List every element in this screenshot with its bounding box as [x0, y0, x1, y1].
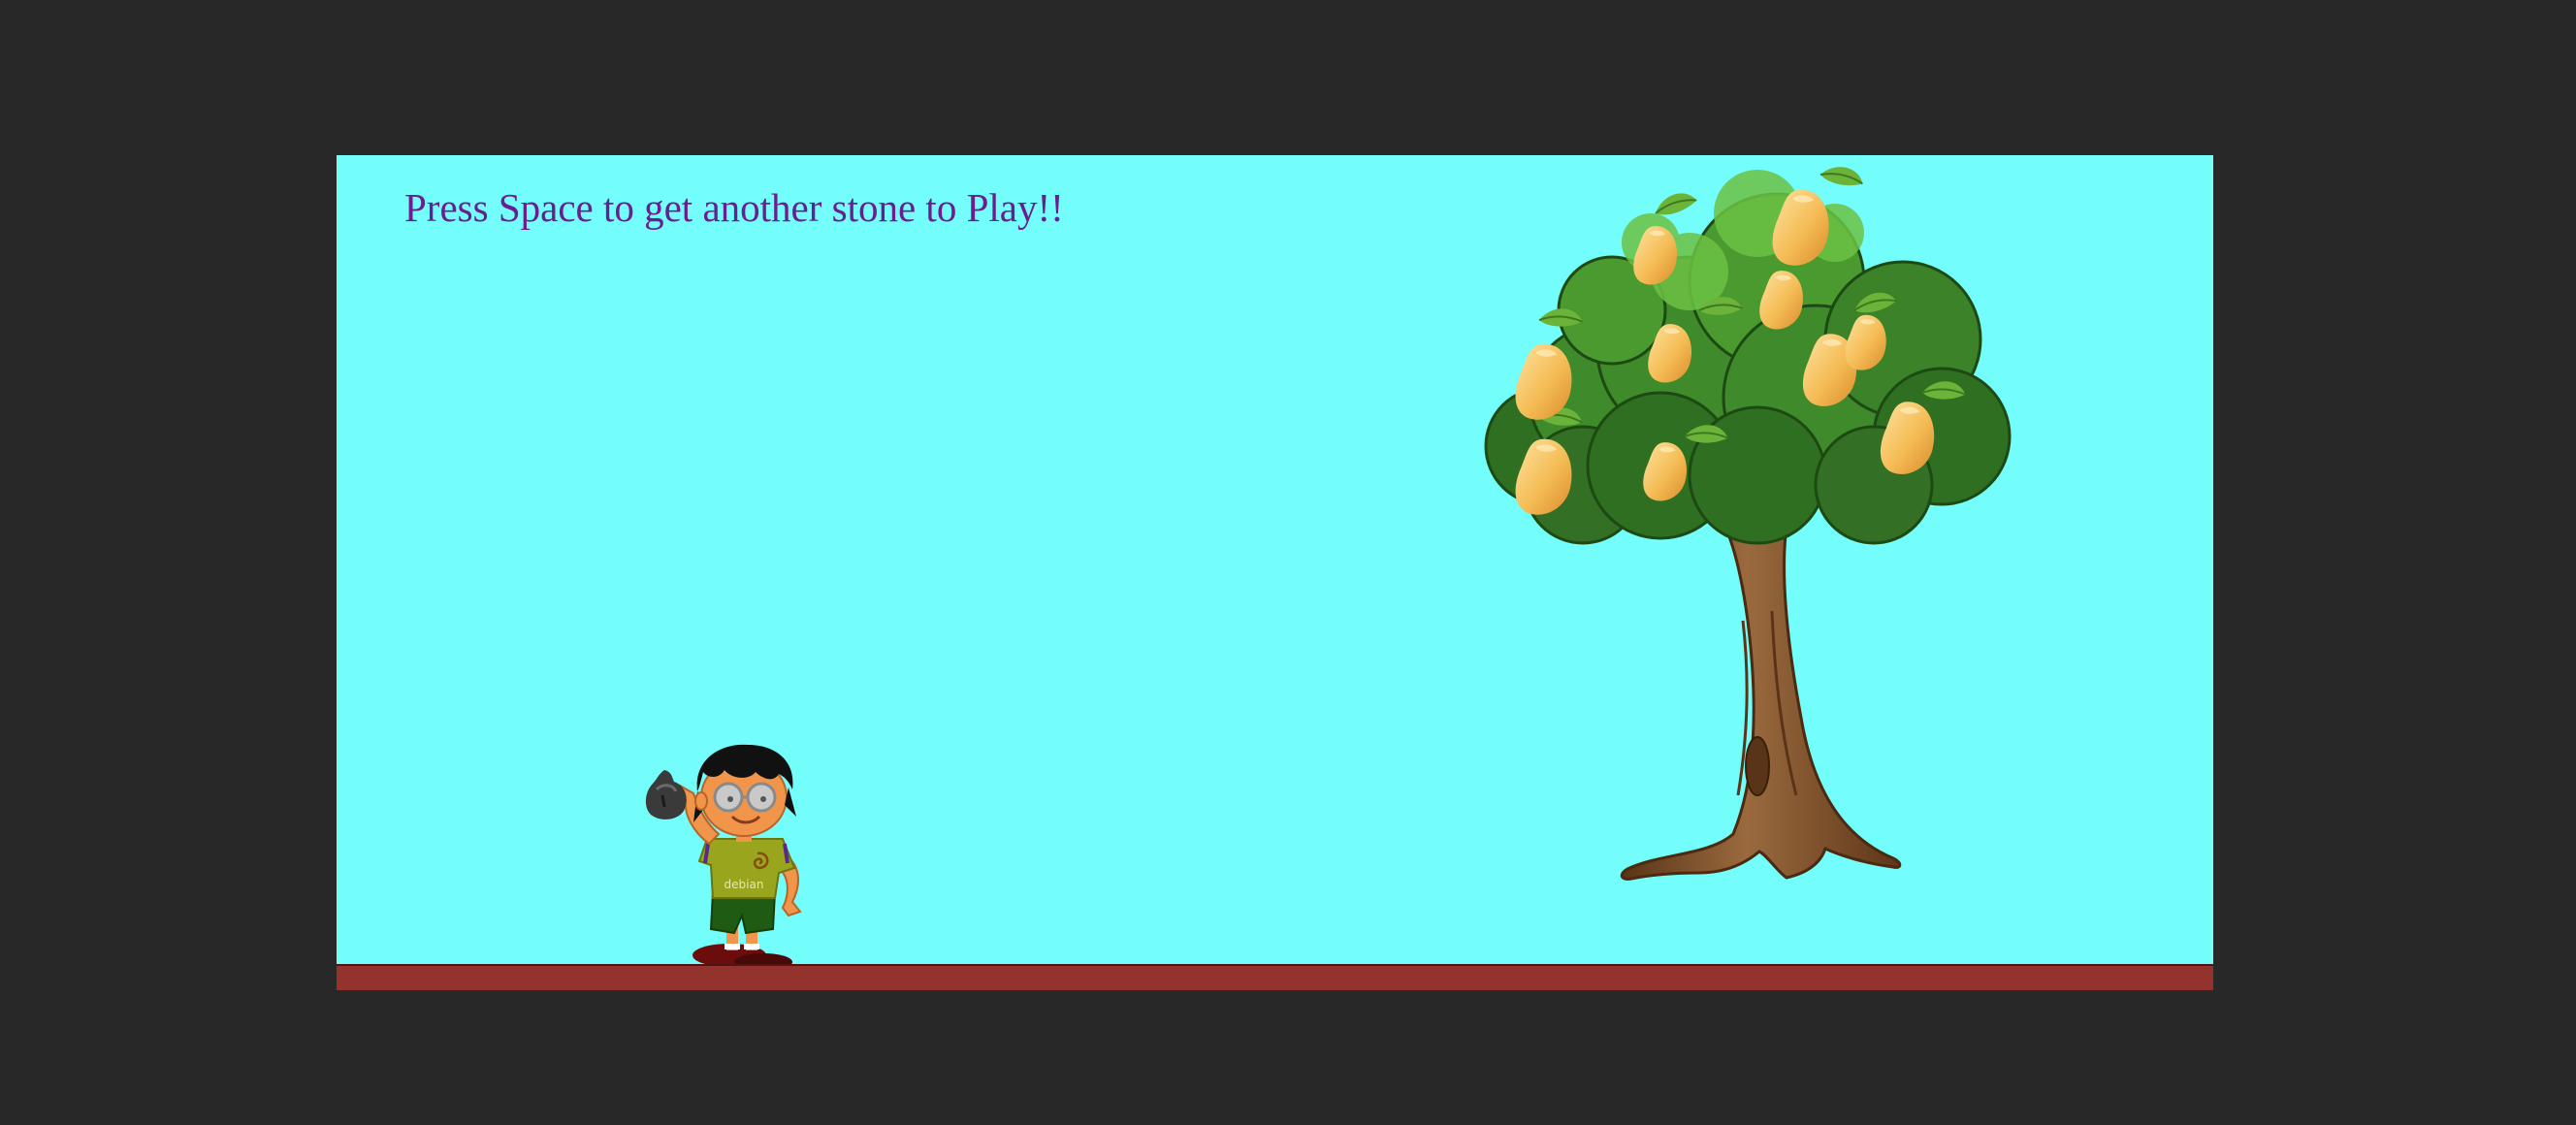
- mango-tree: [1484, 158, 2012, 881]
- player-character: debian: [674, 744, 802, 970]
- ground: [337, 964, 2213, 990]
- stone: [645, 770, 687, 820]
- game-canvas[interactable]: Press Space to get another stone to Play…: [337, 155, 2213, 990]
- instruction-text: Press Space to get another stone to Play…: [404, 185, 1064, 230]
- shirt-logo-text: debian: [724, 878, 764, 891]
